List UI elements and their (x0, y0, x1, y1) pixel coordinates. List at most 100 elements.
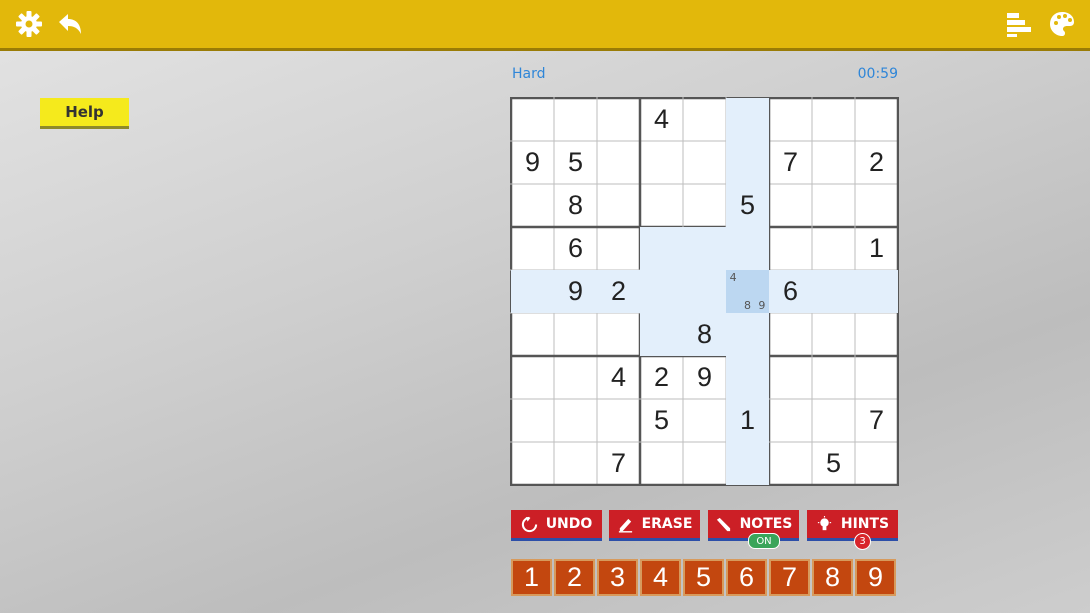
sudoku-cell-r6c3[interactable] (597, 313, 640, 356)
gear-icon[interactable] (14, 9, 44, 39)
sudoku-cell-r5c9[interactable] (855, 270, 898, 313)
numpad-5[interactable]: 5 (683, 559, 724, 596)
sudoku-cell-r2c9[interactable]: 2 (855, 141, 898, 184)
sudoku-cell-r8c1[interactable] (511, 399, 554, 442)
sudoku-cell-r2c3[interactable] (597, 141, 640, 184)
sudoku-cell-r3c3[interactable] (597, 184, 640, 227)
sudoku-cell-r8c5[interactable] (683, 399, 726, 442)
sudoku-cell-r5c2[interactable]: 9 (554, 270, 597, 313)
sudoku-cell-r8c6[interactable]: 1 (726, 399, 769, 442)
sudoku-cell-r3c5[interactable] (683, 184, 726, 227)
sudoku-cell-r4c1[interactable] (511, 227, 554, 270)
sudoku-cell-r9c9[interactable] (855, 442, 898, 485)
sudoku-cell-r7c7[interactable] (769, 356, 812, 399)
sudoku-cell-r7c6[interactable] (726, 356, 769, 399)
sudoku-cell-r6c5[interactable]: 8 (683, 313, 726, 356)
sudoku-cell-r6c7[interactable] (769, 313, 812, 356)
numpad-6[interactable]: 6 (726, 559, 767, 596)
sudoku-cell-r3c6[interactable]: 5 (726, 184, 769, 227)
sudoku-cell-r4c7[interactable] (769, 227, 812, 270)
sudoku-cell-r6c1[interactable] (511, 313, 554, 356)
sudoku-cell-r9c3[interactable]: 7 (597, 442, 640, 485)
sudoku-cell-r3c7[interactable] (769, 184, 812, 227)
undo-button[interactable]: UNDO (511, 510, 602, 541)
sudoku-cell-r1c3[interactable] (597, 98, 640, 141)
sudoku-cell-r6c9[interactable] (855, 313, 898, 356)
sudoku-cell-r4c5[interactable] (683, 227, 726, 270)
sudoku-cell-r9c6[interactable] (726, 442, 769, 485)
numpad-2[interactable]: 2 (554, 559, 595, 596)
sudoku-cell-r5c1[interactable] (511, 270, 554, 313)
sudoku-cell-r2c6[interactable] (726, 141, 769, 184)
sudoku-cell-r5c6[interactable]: 4 89 (726, 270, 769, 313)
game-timer: 00:59 (857, 66, 898, 82)
sudoku-cell-r8c3[interactable] (597, 399, 640, 442)
sudoku-cell-r5c4[interactable] (640, 270, 683, 313)
sudoku-cell-r9c4[interactable] (640, 442, 683, 485)
erase-button[interactable]: ERASE (609, 510, 700, 541)
sudoku-cell-r7c8[interactable] (812, 356, 855, 399)
sudoku-cell-r9c7[interactable] (769, 442, 812, 485)
note-digit: 8 (743, 299, 751, 313)
sudoku-cell-r1c2[interactable] (554, 98, 597, 141)
sudoku-cell-r2c4[interactable] (640, 141, 683, 184)
sudoku-cell-r1c6[interactable] (726, 98, 769, 141)
undo-arrow-icon[interactable] (55, 9, 85, 39)
sudoku-cell-r8c2[interactable] (554, 399, 597, 442)
sudoku-cell-r6c6[interactable] (726, 313, 769, 356)
sudoku-cell-r9c2[interactable] (554, 442, 597, 485)
sudoku-cell-r1c1[interactable] (511, 98, 554, 141)
sudoku-cell-r8c8[interactable] (812, 399, 855, 442)
sudoku-cell-r4c4[interactable] (640, 227, 683, 270)
numpad-8[interactable]: 8 (812, 559, 853, 596)
sudoku-cell-r8c4[interactable]: 5 (640, 399, 683, 442)
sudoku-cell-r3c9[interactable] (855, 184, 898, 227)
numpad-3[interactable]: 3 (597, 559, 638, 596)
bars-icon[interactable] (1005, 9, 1035, 39)
numpad-4[interactable]: 4 (640, 559, 681, 596)
sudoku-cell-r6c4[interactable] (640, 313, 683, 356)
sudoku-cell-r2c2[interactable]: 5 (554, 141, 597, 184)
sudoku-cell-r5c8[interactable] (812, 270, 855, 313)
sudoku-cell-r2c5[interactable] (683, 141, 726, 184)
sudoku-cell-r4c9[interactable]: 1 (855, 227, 898, 270)
hints-button[interactable]: HINTS (807, 510, 898, 541)
sudoku-cell-r4c3[interactable] (597, 227, 640, 270)
sudoku-cell-r8c7[interactable] (769, 399, 812, 442)
sudoku-cell-r4c6[interactable] (726, 227, 769, 270)
sudoku-cell-r7c9[interactable] (855, 356, 898, 399)
help-button[interactable]: Help (40, 98, 129, 129)
numpad-1[interactable]: 1 (511, 559, 552, 596)
sudoku-cell-r1c4[interactable]: 4 (640, 98, 683, 141)
sudoku-cell-r7c1[interactable] (511, 356, 554, 399)
sudoku-cell-r3c8[interactable] (812, 184, 855, 227)
sudoku-cell-r7c2[interactable] (554, 356, 597, 399)
sudoku-cell-r9c5[interactable] (683, 442, 726, 485)
sudoku-cell-r7c4[interactable]: 2 (640, 356, 683, 399)
sudoku-cell-r2c1[interactable]: 9 (511, 141, 554, 184)
sudoku-cell-r3c4[interactable] (640, 184, 683, 227)
sudoku-cell-r5c7[interactable]: 6 (769, 270, 812, 313)
sudoku-cell-r3c1[interactable] (511, 184, 554, 227)
sudoku-cell-r1c8[interactable] (812, 98, 855, 141)
sudoku-cell-r1c5[interactable] (683, 98, 726, 141)
sudoku-cell-r2c8[interactable] (812, 141, 855, 184)
palette-icon[interactable] (1047, 9, 1077, 39)
sudoku-cell-r4c2[interactable]: 6 (554, 227, 597, 270)
sudoku-cell-r7c5[interactable]: 9 (683, 356, 726, 399)
sudoku-cell-r7c3[interactable]: 4 (597, 356, 640, 399)
sudoku-cell-r4c8[interactable] (812, 227, 855, 270)
sudoku-cell-r1c7[interactable] (769, 98, 812, 141)
sudoku-cell-r1c9[interactable] (855, 98, 898, 141)
sudoku-cell-r9c8[interactable]: 5 (812, 442, 855, 485)
sudoku-cell-r6c8[interactable] (812, 313, 855, 356)
numpad-9[interactable]: 9 (855, 559, 896, 596)
sudoku-cell-r8c9[interactable]: 7 (855, 399, 898, 442)
sudoku-cell-r3c2[interactable]: 8 (554, 184, 597, 227)
sudoku-cell-r9c1[interactable] (511, 442, 554, 485)
numpad-7[interactable]: 7 (769, 559, 810, 596)
sudoku-cell-r6c2[interactable] (554, 313, 597, 356)
sudoku-cell-r5c5[interactable] (683, 270, 726, 313)
sudoku-cell-r2c7[interactable]: 7 (769, 141, 812, 184)
sudoku-cell-r5c3[interactable]: 2 (597, 270, 640, 313)
